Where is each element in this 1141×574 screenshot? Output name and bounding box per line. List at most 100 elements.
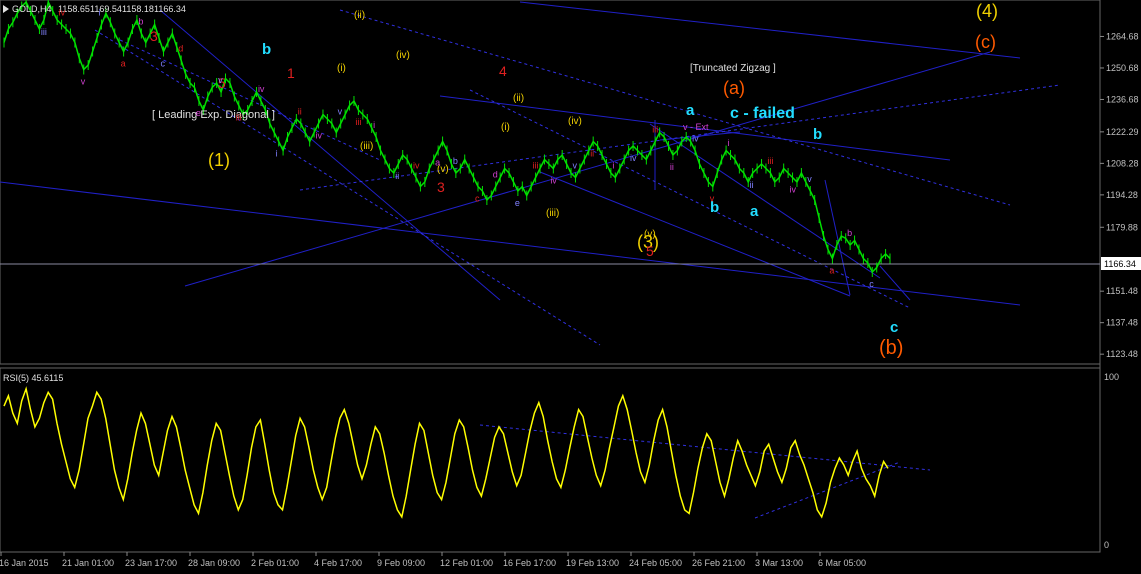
minor-wave-label: e [515,198,520,208]
wave-y-iv-2: (iv) [568,116,582,127]
wave-y-i-2: (i) [501,122,510,133]
minor-wave-label: ii [395,171,399,181]
minor-wave-label: ii [750,180,754,190]
minor-wave-label: i [276,149,278,159]
minor-wave-label: ii [670,162,674,172]
wave-y-iii-2: (iii) [546,208,559,219]
wave-cyan-a1: a [686,102,695,119]
annotation-zigzag: [Truncated Zigzag ] [690,63,776,74]
minor-wave-label: iii [652,125,658,135]
time-tick-label: 23 Jan 17:00 [125,558,177,568]
minor-wave-label: iii [355,117,361,127]
rsi-label: RSI(5) 45.6115 [3,373,63,383]
rsi-tick-0: 0 [1104,540,1109,550]
time-tick-label: 24 Feb 05:00 [629,558,682,568]
wave-y-ii: (ii) [354,10,365,21]
minor-wave-label: c [869,279,874,289]
time-tick-label: 26 Feb 21:00 [692,558,745,568]
ohlc-close: 1166.34 [154,4,186,14]
minor-wave-label: iv [630,153,637,163]
wave-y-iii: (iii) [360,141,373,152]
price-tick-label: 1151.48 [1106,286,1138,296]
minor-wave-label: iii [41,27,47,37]
minor-wave-label: iv [258,84,265,94]
time-tick-label: 4 Feb 17:00 [314,558,362,568]
time-tick-label: 2 Feb 01:00 [251,558,299,568]
time-tick-label: 21 Jan 01:00 [62,558,114,568]
wave-label-1: (1) [208,150,230,170]
rsi-tick-100: 100 [1104,372,1119,382]
chart-title: GOLD,H4 [12,4,52,14]
wave-cyan-c-failed: c - failed [730,105,795,122]
wave-cyan-b2: b [813,126,822,143]
minor-wave-label: a [121,59,126,69]
time-tick-label: 16 Feb 17:00 [503,558,556,568]
minor-wave-label: c [160,59,165,69]
wave-y-i: (i) [337,63,346,74]
minor-wave-label: v [81,77,86,87]
minor-wave-label: d [178,44,183,54]
wave-red-3b: 3 [437,179,445,195]
minor-wave-label: iv [316,131,323,141]
wave-label-c: (c) [975,32,996,52]
minor-wave-label: iv [550,176,557,186]
minor-wave-label: a [829,266,834,276]
ohlc-high: 1169.54 [90,4,122,14]
wave-red-5b: 5 [646,243,654,259]
chart-canvas: GOLD,H4 1158.65 1169.54 1158.18 1166.34 … [0,0,1141,574]
minor-wave-label: b [847,228,852,238]
wave-cyan-c: c [890,319,898,336]
price-tick-label: 1137.48 [1106,318,1138,328]
wave-label-a: (a) [723,78,745,98]
annotation-diagonal: [ Leading Exp. Diagonal ] [152,109,275,121]
time-tick-label: 3 Mar 13:00 [755,558,803,568]
wave-y-iv: (iv) [396,50,410,61]
minor-wave-label: v [710,194,715,204]
ohlc-low: 1158.18 [122,4,154,14]
minor-wave-label: i [98,8,100,18]
wave-label-b: (b) [879,337,903,359]
minor-wave-label: ii [298,107,302,117]
wave-cyan-b1: b [262,41,271,58]
annotation-ext: v - Ext [683,122,709,132]
minor-wave-label: b [138,17,143,27]
price-tick-label: 1250.68 [1106,63,1139,73]
minor-wave-label: iv [59,8,66,18]
price-tick-label: 1208.28 [1106,158,1139,168]
minor-wave-label: a [435,158,440,168]
minor-wave-label: iii [533,161,539,171]
price-tick-label: 1236.68 [1106,94,1139,104]
current-price-label: 1166.34 [1104,259,1136,269]
minor-wave-label: i [728,138,730,148]
minor-wave-label: c [475,194,480,204]
minor-wave-label: b [453,156,458,166]
time-tick-label: 6 Mar 05:00 [818,558,866,568]
minor-wave-label: i [612,161,614,171]
minor-wave-label: v [572,161,577,171]
minor-wave-label: ii [590,149,594,159]
price-tick-label: 1264.68 [1106,31,1139,41]
minor-wave-label: d [493,170,498,180]
time-tick-label: 12 Feb 01:00 [440,558,493,568]
minor-wave-label: v [338,107,343,117]
wave-label-4: (4) [976,1,998,21]
wave-y-v-2: (v) [644,229,656,240]
price-tick-label: 1222.29 [1106,127,1139,137]
minor-wave-label: v [807,174,812,184]
time-tick-label: 28 Jan 09:00 [188,558,240,568]
wave-red-3a: 3 [150,28,158,44]
minor-wave-label: v [218,75,223,85]
wave-red-4: 4 [499,63,507,79]
price-tick-label: 1179.88 [1106,222,1138,232]
wave-cyan-a2: a [750,203,759,220]
time-tick-label: 16 Jan 2015 [0,558,49,568]
minor-wave-label: e [196,108,201,118]
minor-wave-label: iv [413,161,420,171]
minor-wave-label: iv [790,185,797,195]
time-tick-label: 19 Feb 13:00 [566,558,619,568]
wave-red-1: 1 [287,65,295,81]
wave-y-ii-2: (ii) [513,93,524,104]
price-tick-label: 1194.28 [1106,190,1138,200]
time-tick-label: 9 Feb 09:00 [377,558,425,568]
minor-wave-label: iii [767,156,773,166]
